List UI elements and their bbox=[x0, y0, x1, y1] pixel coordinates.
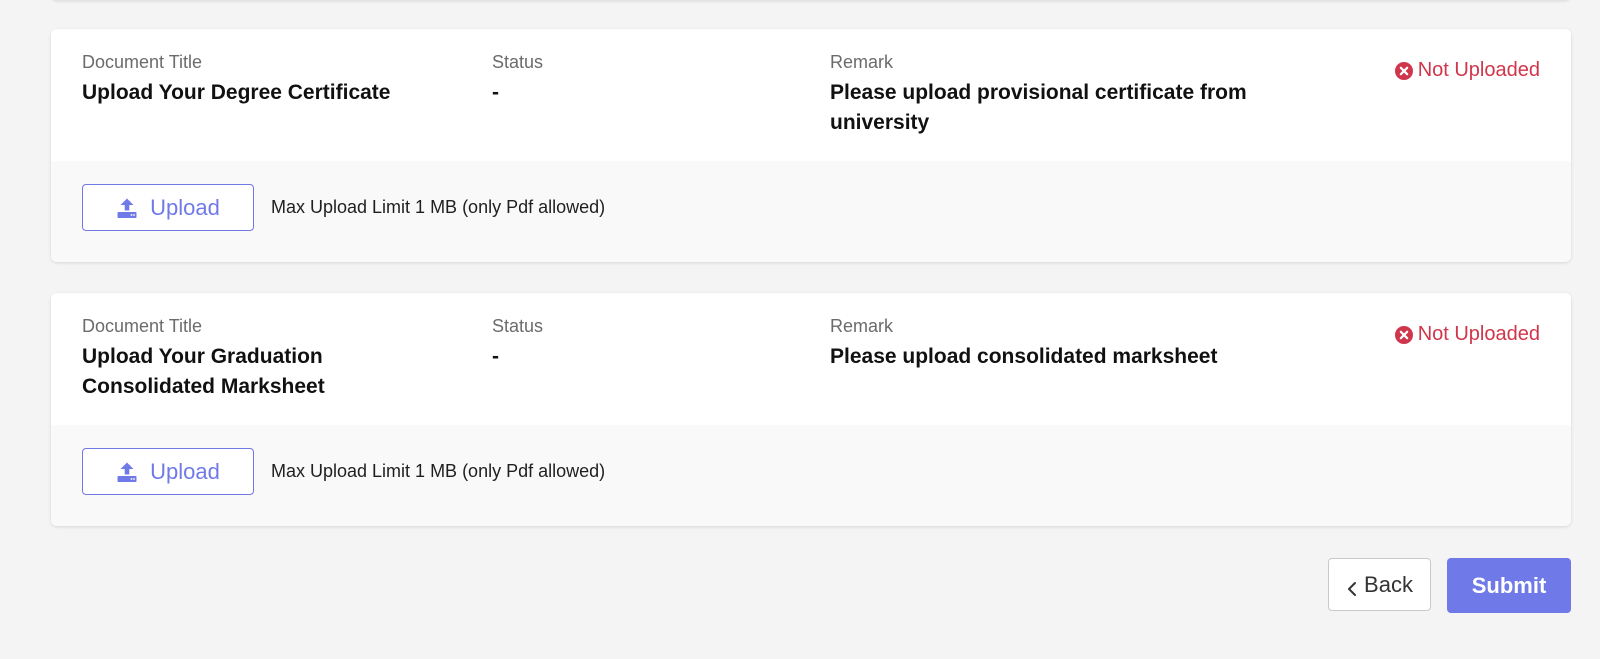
document-info: Document Title Upload Your Degree Certif… bbox=[51, 29, 1571, 161]
submit-button[interactable]: Submit bbox=[1447, 558, 1571, 613]
status-field: Status - bbox=[492, 315, 792, 372]
document-title-field: Document Title Upload Your Degree Certif… bbox=[82, 51, 462, 108]
document-title-field: Document Title Upload Your Graduation Co… bbox=[82, 315, 462, 402]
upload-actions: Upload Max Upload Limit 1 MB (only Pdf a… bbox=[51, 425, 1571, 526]
upload-button-label: Upload bbox=[150, 458, 220, 484]
upload-limit-text: Max Upload Limit 1 MB (only Pdf allowed) bbox=[271, 197, 606, 217]
remark-label: Remark bbox=[830, 52, 894, 72]
back-button[interactable]: Back bbox=[1328, 558, 1431, 611]
x-circle-icon bbox=[1394, 61, 1413, 80]
remark-field: Remark Please upload provisional certifi… bbox=[830, 51, 1290, 138]
upload-limit-text: Max Upload Limit 1 MB (only Pdf allowed) bbox=[271, 461, 606, 481]
remark-value: Please upload provisional certificate fr… bbox=[830, 81, 1247, 134]
status-field: Status - bbox=[492, 51, 792, 108]
status-badge: Not Uploaded bbox=[1394, 323, 1540, 346]
x-circle-icon bbox=[1394, 325, 1413, 344]
document-title-value: Upload Your Degree Certificate bbox=[82, 81, 391, 104]
document-card-degree-certificate: Document Title Upload Your Degree Certif… bbox=[51, 29, 1571, 262]
remark-field: Remark Please upload consolidated marksh… bbox=[830, 315, 1290, 372]
document-info: Document Title Upload Your Graduation Co… bbox=[51, 293, 1571, 425]
document-title-label: Document Title bbox=[82, 52, 203, 72]
status-badge-label: Not Uploaded bbox=[1417, 59, 1540, 81]
status-value: - bbox=[492, 81, 499, 104]
upload-icon bbox=[116, 461, 138, 483]
remark-label: Remark bbox=[830, 316, 894, 336]
status-label: Status bbox=[492, 52, 544, 72]
document-title-value: Upload Your Graduation Consolidated Mark… bbox=[82, 345, 325, 398]
document-card-graduation-marksheet: Document Title Upload Your Graduation Co… bbox=[51, 293, 1571, 526]
status-label: Status bbox=[492, 316, 544, 336]
upload-button[interactable]: Upload bbox=[82, 448, 254, 495]
upload-actions: Upload Max Upload Limit 1 MB (only Pdf a… bbox=[51, 161, 1571, 262]
upload-icon bbox=[116, 197, 138, 219]
chevron-left-icon bbox=[1346, 577, 1358, 596]
document-title-label: Document Title bbox=[82, 316, 203, 336]
upload-button-label: Upload bbox=[150, 194, 220, 220]
back-button-label: Back bbox=[1364, 571, 1413, 597]
status-value: - bbox=[492, 345, 499, 368]
upload-button[interactable]: Upload bbox=[82, 184, 254, 231]
submit-button-label: Submit bbox=[1471, 572, 1547, 598]
status-badge-label: Not Uploaded bbox=[1417, 323, 1540, 345]
status-badge: Not Uploaded bbox=[1394, 59, 1540, 82]
remark-value: Please upload consolidated marksheet bbox=[830, 345, 1218, 368]
